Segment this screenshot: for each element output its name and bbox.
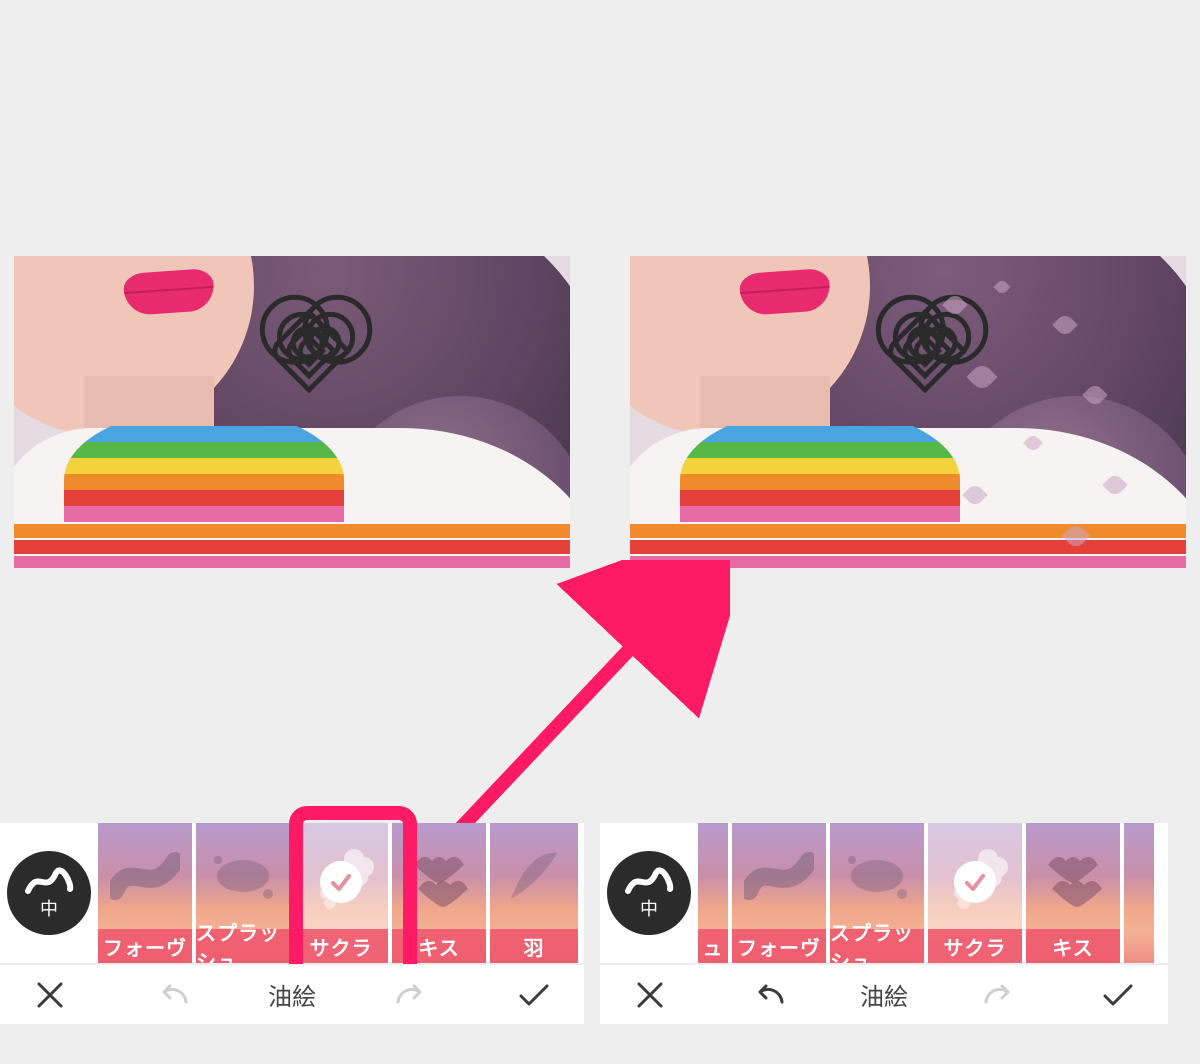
filter-list-right[interactable]: ュ フォーヴ スプラッシュ [698,823,1168,963]
check-icon [1101,982,1135,1008]
close-icon [635,980,665,1010]
selected-check-icon [320,861,362,903]
brushstroke-icon [732,823,826,929]
toolbar-title: 油絵 [268,977,316,1012]
brush-size-button[interactable]: 中 [600,823,698,963]
filter-strip-left: 中 フォーヴ スプラッシュ [0,823,584,963]
brush-size-label: 中 [640,895,658,921]
lips-icon [392,823,486,929]
filter-label: フォーヴ [732,929,826,963]
filter-label: スプラッシュ [830,929,924,963]
toolbar-title: 油絵 [860,977,908,1012]
filter-feather[interactable]: 羽 [490,823,578,963]
filter-list-left[interactable]: フォーヴ スプラッシュ サクラ [98,823,584,963]
undo-icon [156,982,190,1008]
filter-splash[interactable]: スプラッシュ [830,823,924,963]
brush-size-label: 中 [40,895,58,921]
confirm-button[interactable] [506,967,562,1023]
undo-icon [752,982,786,1008]
filter-splash[interactable]: スプラッシュ [196,823,290,963]
brush-stroke-icon [24,865,74,899]
filter-label: スプラッシュ [196,929,290,963]
filter-label: キス [1026,929,1120,963]
undo-button[interactable] [741,967,797,1023]
splash-icon [830,823,924,929]
filter-label: キス [392,929,486,963]
preview-row [0,256,1200,568]
bottom-toolbar-left: 油絵 [0,964,584,1024]
filter-fauve[interactable]: フォーヴ [98,823,192,963]
filter-label: 羽 [490,929,578,963]
close-icon [35,980,65,1010]
filter-label: ュ [698,929,728,963]
filter-partial[interactable]: ュ [698,823,728,963]
brush-size-button[interactable]: 中 [0,823,98,963]
redo-icon [982,982,1016,1008]
brushstroke-icon [98,823,192,929]
filter-strip-right: 中 ュ フォーヴ スプラッシュ [600,823,1168,963]
splash-icon [196,823,290,929]
cancel-button[interactable] [622,967,678,1023]
check-icon [517,982,551,1008]
redo-button[interactable] [383,967,439,1023]
preview-after[interactable] [630,256,1186,568]
confirm-button[interactable] [1090,967,1146,1023]
preview-before[interactable] [14,256,570,568]
selected-check-icon [954,861,996,903]
lips-icon [1026,823,1120,929]
filter-sakura[interactable]: サクラ [928,823,1022,963]
feather-icon [490,823,578,929]
bottom-toolbar-right: 油絵 [600,964,1168,1024]
cancel-button[interactable] [22,967,78,1023]
undo-button[interactable] [145,967,201,1023]
filter-kiss[interactable]: キス [392,823,486,963]
heart-earring-icon [269,301,349,391]
redo-icon [394,982,428,1008]
heart-earring-icon [885,301,965,391]
brush-stroke-icon [624,865,674,899]
filter-fauve[interactable]: フォーヴ [732,823,826,963]
filter-label: サクラ [928,929,1022,963]
filter-label: フォーヴ [98,929,192,963]
filter-kiss[interactable]: キス [1026,823,1120,963]
filter-partial-end[interactable] [1124,823,1154,963]
filter-label: サクラ [294,929,388,963]
filter-sakura[interactable]: サクラ [294,823,388,963]
redo-button[interactable] [971,967,1027,1023]
